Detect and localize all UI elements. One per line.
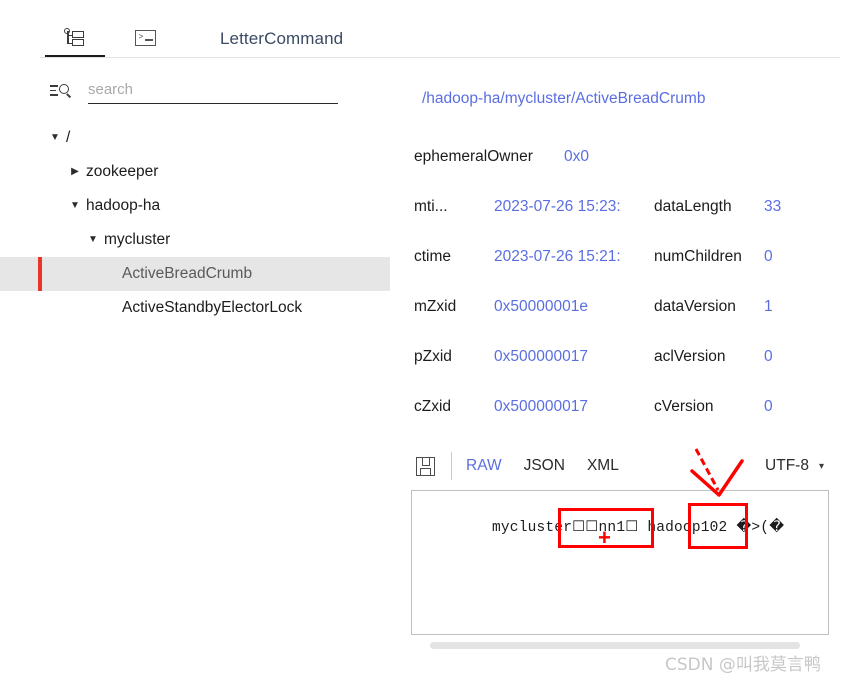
tree-item-hadoop-ha[interactable]: ▼ hadoop-ha: [0, 189, 390, 223]
tree-item-zookeeper[interactable]: ▶ zookeeper: [0, 155, 390, 189]
property-row: pZxid 0x500000017 aclVersion 0: [414, 332, 853, 382]
search-input[interactable]: [88, 78, 338, 104]
terminal-icon: >: [134, 30, 156, 46]
detail-panel: /hadoop-ha/mycluster/ActiveBreadCrumb ep…: [400, 70, 853, 670]
property-key: cZxid: [414, 398, 452, 415]
property-value: 0x500000017: [494, 348, 588, 365]
property-key: numChildren: [654, 248, 742, 265]
znode-tree: ▼ / ▶ zookeeper ▼ hadoop-ha ▼ mycluster …: [0, 121, 390, 325]
property-row: mZxid 0x50000001e dataVersion 1: [414, 282, 853, 332]
tree-item-label: zookeeper: [86, 163, 159, 180]
property-value: 0: [764, 398, 773, 415]
property-value: 1: [764, 298, 773, 315]
tree-item-activebreadcrumb[interactable]: ActiveBreadCrumb: [0, 257, 390, 291]
watermark: CSDN @叫我莫言鸭: [665, 655, 821, 675]
chevron-down-icon[interactable]: ▼: [68, 201, 82, 211]
property-value: 0x50000001e: [494, 298, 588, 315]
tab-terminal-view[interactable]: >: [110, 18, 180, 58]
property-key: cVersion: [654, 398, 714, 415]
property-row: cZxid 0x500000017 cVersion 0: [414, 382, 853, 432]
search-row: [50, 76, 370, 106]
property-value: 2023-07-26 15:21:: [494, 248, 621, 265]
property-row: ephemeralOwner 0x0: [414, 132, 853, 182]
search-filter-icon[interactable]: [50, 82, 72, 100]
tab-bar: > LetterCommand: [40, 18, 840, 58]
tree-item-label: hadoop-ha: [86, 197, 161, 214]
format-xml-button[interactable]: XML: [587, 457, 619, 475]
format-json-button[interactable]: JSON: [524, 457, 565, 475]
property-value: 0x0: [564, 148, 589, 165]
tree-item-mycluster[interactable]: ▼ mycluster: [0, 223, 390, 257]
tree-item-activestandbyelectorlock[interactable]: ActiveStandbyElectorLock: [0, 291, 390, 325]
tree-icon: [64, 28, 86, 48]
node-path: /hadoop-ha/mycluster/ActiveBreadCrumb: [422, 90, 706, 107]
property-key: mZxid: [414, 298, 457, 315]
save-floppy-icon[interactable]: [416, 456, 435, 476]
toolbar-divider: [451, 452, 452, 480]
property-key: ctime: [414, 248, 452, 265]
property-key: pZxid: [414, 348, 452, 365]
tree-item-label: /: [66, 129, 71, 146]
property-key: ephemeralOwner: [414, 148, 533, 165]
property-value: 33: [764, 198, 782, 215]
window-title: LetterCommand: [220, 29, 344, 48]
property-value: 0: [764, 248, 773, 265]
tree-item-root[interactable]: ▼ /: [0, 121, 390, 155]
property-key: dataLength: [654, 198, 732, 215]
encoding-select[interactable]: UTF-8 ▾: [765, 457, 842, 475]
property-value: 2023-07-26 15:23:: [494, 198, 621, 215]
chevron-right-icon[interactable]: ▶: [68, 167, 82, 177]
chevron-down-icon[interactable]: ▼: [48, 133, 62, 143]
tree-item-label: ActiveStandbyElectorLock: [122, 299, 303, 316]
property-key: mti...: [414, 198, 448, 215]
data-toolbar: RAW JSON XML UTF-8 ▾: [412, 445, 842, 487]
property-row: mti... 2023-07-26 15:23: dataLength 33: [414, 182, 853, 232]
chevron-down-icon[interactable]: ▼: [86, 235, 100, 245]
node-properties: ephemeralOwner 0x0 mti... 2023-07-26 15:…: [414, 132, 853, 432]
tree-item-label: ActiveBreadCrumb: [122, 265, 253, 282]
property-row: ctime 2023-07-26 15:21: numChildren 0: [414, 232, 853, 282]
tab-tree-view[interactable]: [40, 18, 110, 58]
sidebar-panel: ▼ / ▶ zookeeper ▼ hadoop-ha ▼ mycluster …: [0, 66, 390, 626]
property-key: dataVersion: [654, 298, 736, 315]
chevron-down-icon[interactable]: ▾: [819, 461, 824, 472]
encoding-label: UTF-8: [765, 457, 809, 474]
horizontal-scrollbar[interactable]: [430, 642, 800, 649]
tab-bar-divider: [40, 57, 840, 58]
data-content-box[interactable]: mycluster☐☐nn1☐ hadoop102 �>(�: [411, 490, 829, 635]
property-value: 0x500000017: [494, 398, 588, 415]
property-value: 0: [764, 348, 773, 365]
format-raw-button[interactable]: RAW: [466, 457, 502, 475]
selected-indicator-bar: [38, 257, 42, 291]
tree-item-label: mycluster: [104, 231, 171, 248]
data-content-text: mycluster☐☐nn1☐ hadoop102 �>(�: [492, 520, 785, 536]
property-key: aclVersion: [654, 348, 726, 365]
